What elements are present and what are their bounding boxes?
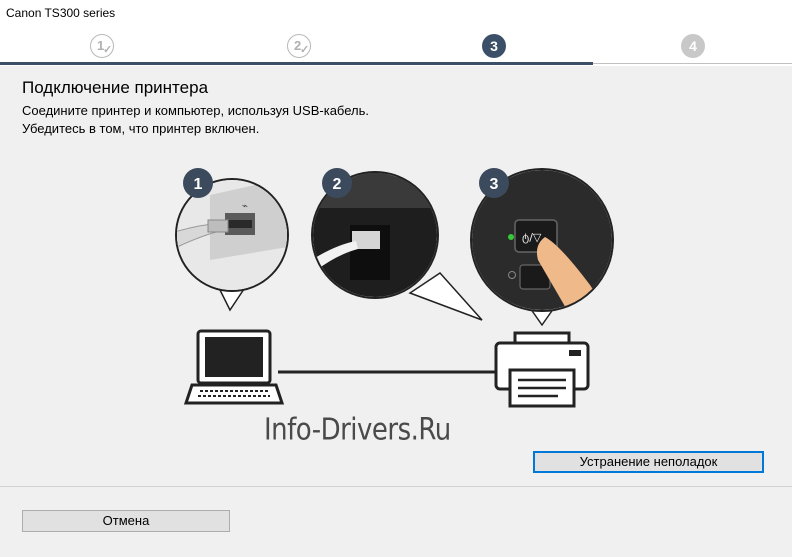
footer-divider <box>0 486 792 487</box>
title-bar: Canon TS300 series <box>0 0 792 26</box>
step-4-future-icon: 4 <box>681 34 705 58</box>
connection-illustration: ⌁ ტ/▽ 1 2 3 <box>175 168 614 408</box>
callout-2: 2 <box>322 168 352 198</box>
troubleshoot-button[interactable]: Устранение неполадок <box>533 451 764 473</box>
svg-text:3: 3 <box>490 176 499 193</box>
callout-1: 1 <box>183 168 213 198</box>
usb-symbol-icon: ⌁ <box>242 201 248 212</box>
page-title: Подключение принтера <box>22 78 209 97</box>
svg-text:2: 2 <box>333 176 342 193</box>
step-3-current-icon: 3 <box>482 34 506 58</box>
progress-bar-remaining <box>593 63 792 64</box>
step-1-done-icon: 1 ✓ <box>90 34 114 58</box>
power-led-icon <box>508 234 514 240</box>
instruction-line-2: Убедитесь в том, что принтер включен. <box>22 121 260 136</box>
callout-3: 3 <box>479 168 509 198</box>
watermark: Info-Drivers.Ru <box>264 413 451 448</box>
window-title: Canon TS300 series <box>6 6 116 20</box>
laptop-icon <box>183 329 285 405</box>
step-indicator: 1 ✓ 2 ✓ 3 4 <box>0 26 792 66</box>
power-icon: ტ/▽ <box>522 231 542 244</box>
step-2-done-icon: 2 ✓ <box>287 34 311 58</box>
instruction-line-1: Соедините принтер и компьютер, используя… <box>22 103 369 118</box>
printer-icon <box>494 331 590 408</box>
progress-bar-done <box>0 62 593 65</box>
cancel-button[interactable]: Отмена <box>22 510 230 532</box>
svg-text:1: 1 <box>194 176 203 193</box>
